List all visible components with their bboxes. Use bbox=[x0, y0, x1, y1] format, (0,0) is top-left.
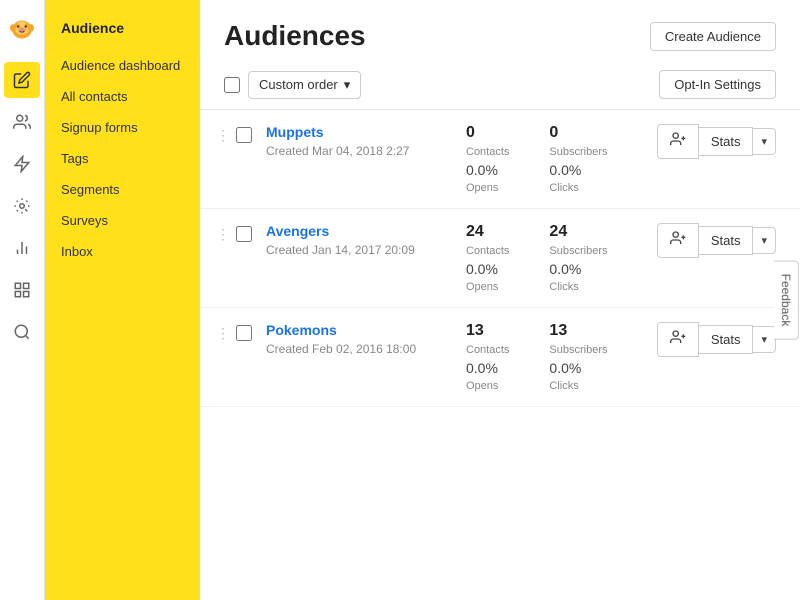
opens-label: Opens bbox=[466, 182, 509, 194]
sidebar-icon-integrations[interactable] bbox=[4, 272, 40, 308]
logo bbox=[4, 10, 40, 46]
subscribers-count: 0 bbox=[549, 124, 607, 142]
audience-name[interactable]: Avengers bbox=[266, 223, 329, 239]
drag-handle-icon[interactable]: ⋮ bbox=[216, 322, 230, 342]
contacts-count: 13 bbox=[466, 322, 509, 340]
sidebar-nav-item[interactable]: All contacts bbox=[45, 81, 200, 112]
contacts-stat: 13 Contacts 0.0% Opens bbox=[466, 322, 509, 392]
sidebar-nav-item[interactable]: Surveys bbox=[45, 205, 200, 236]
main-header: Audiences Create Audience bbox=[200, 0, 800, 64]
stats-button[interactable]: Stats bbox=[699, 226, 754, 255]
audience-info: Avengers Created Jan 14, 2017 20:09 bbox=[266, 223, 466, 257]
clicks-label: Clicks bbox=[549, 281, 607, 293]
clicks-pct: 0.0% bbox=[549, 261, 607, 277]
custom-order-button[interactable]: Custom order ▾ bbox=[248, 71, 361, 99]
sidebar-icon-search[interactable] bbox=[4, 314, 40, 350]
opt-in-settings-button[interactable]: Opt-In Settings bbox=[659, 70, 776, 99]
opens-pct: 0.0% bbox=[466, 261, 509, 277]
add-contact-button[interactable] bbox=[657, 124, 699, 159]
audience-info: Muppets Created Mar 04, 2018 2:27 bbox=[266, 124, 466, 158]
audience-created-date: Created Jan 14, 2017 20:09 bbox=[266, 243, 466, 257]
subscribers-stat: 24 Subscribers 0.0% Clicks bbox=[549, 223, 607, 293]
clicks-pct: 0.0% bbox=[549, 162, 607, 178]
subscribers-label: Subscribers bbox=[549, 344, 607, 356]
audience-created-date: Created Mar 04, 2018 2:27 bbox=[266, 144, 466, 158]
nav-panel-title: Audience bbox=[45, 10, 200, 50]
stats-button[interactable]: Stats bbox=[699, 127, 754, 156]
audience-name[interactable]: Muppets bbox=[266, 124, 324, 140]
contacts-label: Contacts bbox=[466, 245, 509, 257]
stats-button[interactable]: Stats bbox=[699, 325, 754, 354]
audience-stats: 24 Contacts 0.0% Opens 24 Subscribers 0.… bbox=[466, 223, 657, 293]
row-actions: Stats ▾ bbox=[657, 223, 776, 258]
nav-panel: Audience Audience dashboardAll contactsS… bbox=[45, 0, 200, 600]
contacts-label: Contacts bbox=[466, 344, 509, 356]
sidebar-nav-item[interactable]: Audience dashboard bbox=[45, 50, 200, 81]
audience-list: ⋮ Muppets Created Mar 04, 2018 2:27 0 Co… bbox=[200, 110, 800, 600]
sidebar-nav-item[interactable]: Tags bbox=[45, 143, 200, 174]
sidebar-nav-item[interactable]: Inbox bbox=[45, 236, 200, 267]
opens-pct: 0.0% bbox=[466, 360, 509, 376]
subscribers-stat: 0 Subscribers 0.0% Clicks bbox=[549, 124, 607, 194]
subscribers-count: 13 bbox=[549, 322, 607, 340]
stats-dropdown-button[interactable]: ▾ bbox=[753, 128, 776, 155]
sidebar bbox=[0, 0, 45, 600]
sidebar-icon-reports[interactable] bbox=[4, 230, 40, 266]
audience-name[interactable]: Pokemons bbox=[266, 322, 337, 338]
opens-pct: 0.0% bbox=[466, 162, 509, 178]
feedback-label: Feedback bbox=[779, 274, 793, 327]
contacts-count: 24 bbox=[466, 223, 509, 241]
add-contact-button[interactable] bbox=[657, 223, 699, 258]
add-contact-button[interactable] bbox=[657, 322, 699, 357]
custom-order-label: Custom order bbox=[259, 77, 338, 92]
contacts-count: 0 bbox=[466, 124, 509, 142]
audience-created-date: Created Feb 02, 2016 18:00 bbox=[266, 342, 466, 356]
audience-row: ⋮ Muppets Created Mar 04, 2018 2:27 0 Co… bbox=[200, 110, 800, 209]
contacts-stat: 0 Contacts 0.0% Opens bbox=[466, 124, 509, 194]
contacts-stat: 24 Contacts 0.0% Opens bbox=[466, 223, 509, 293]
stats-dropdown-button[interactable]: ▾ bbox=[753, 326, 776, 353]
contacts-label: Contacts bbox=[466, 146, 509, 158]
create-audience-button[interactable]: Create Audience bbox=[650, 22, 776, 51]
toolbar-left: Custom order ▾ bbox=[224, 71, 361, 99]
row-checkbox[interactable] bbox=[236, 127, 252, 143]
select-all-checkbox[interactable] bbox=[224, 77, 240, 93]
clicks-label: Clicks bbox=[549, 380, 607, 392]
clicks-pct: 0.0% bbox=[549, 360, 607, 376]
sidebar-icon-campaigns[interactable] bbox=[4, 146, 40, 182]
sidebar-icon-contacts[interactable] bbox=[4, 104, 40, 140]
subscribers-stat: 13 Subscribers 0.0% Clicks bbox=[549, 322, 607, 392]
row-actions: Stats ▾ bbox=[657, 322, 776, 357]
sidebar-nav-item[interactable]: Segments bbox=[45, 174, 200, 205]
audience-row: ⋮ Pokemons Created Feb 02, 2016 18:00 13… bbox=[200, 308, 800, 407]
sidebar-icon-edit[interactable] bbox=[4, 62, 40, 98]
subscribers-label: Subscribers bbox=[549, 146, 607, 158]
drag-handle-icon[interactable]: ⋮ bbox=[216, 223, 230, 243]
clicks-label: Clicks bbox=[549, 182, 607, 194]
custom-order-chevron: ▾ bbox=[344, 77, 351, 93]
row-actions: Stats ▾ bbox=[657, 124, 776, 159]
subscribers-count: 24 bbox=[549, 223, 607, 241]
stats-dropdown-button[interactable]: ▾ bbox=[753, 227, 776, 254]
sidebar-icon-automation[interactable] bbox=[4, 188, 40, 224]
audience-row: ⋮ Avengers Created Jan 14, 2017 20:09 24… bbox=[200, 209, 800, 308]
audience-stats: 13 Contacts 0.0% Opens 13 Subscribers 0.… bbox=[466, 322, 657, 392]
page-title: Audiences bbox=[224, 20, 366, 52]
row-checkbox[interactable] bbox=[236, 226, 252, 242]
opens-label: Opens bbox=[466, 380, 509, 392]
audience-info: Pokemons Created Feb 02, 2016 18:00 bbox=[266, 322, 466, 356]
audience-stats: 0 Contacts 0.0% Opens 0 Subscribers 0.0%… bbox=[466, 124, 657, 194]
row-checkbox[interactable] bbox=[236, 325, 252, 341]
main-content: Audiences Create Audience Custom order ▾… bbox=[200, 0, 800, 600]
feedback-tab[interactable]: Feedback bbox=[774, 261, 799, 340]
subscribers-label: Subscribers bbox=[549, 245, 607, 257]
sidebar-nav-item[interactable]: Signup forms bbox=[45, 112, 200, 143]
drag-handle-icon[interactable]: ⋮ bbox=[216, 124, 230, 144]
toolbar: Custom order ▾ Opt-In Settings bbox=[200, 64, 800, 110]
opens-label: Opens bbox=[466, 281, 509, 293]
